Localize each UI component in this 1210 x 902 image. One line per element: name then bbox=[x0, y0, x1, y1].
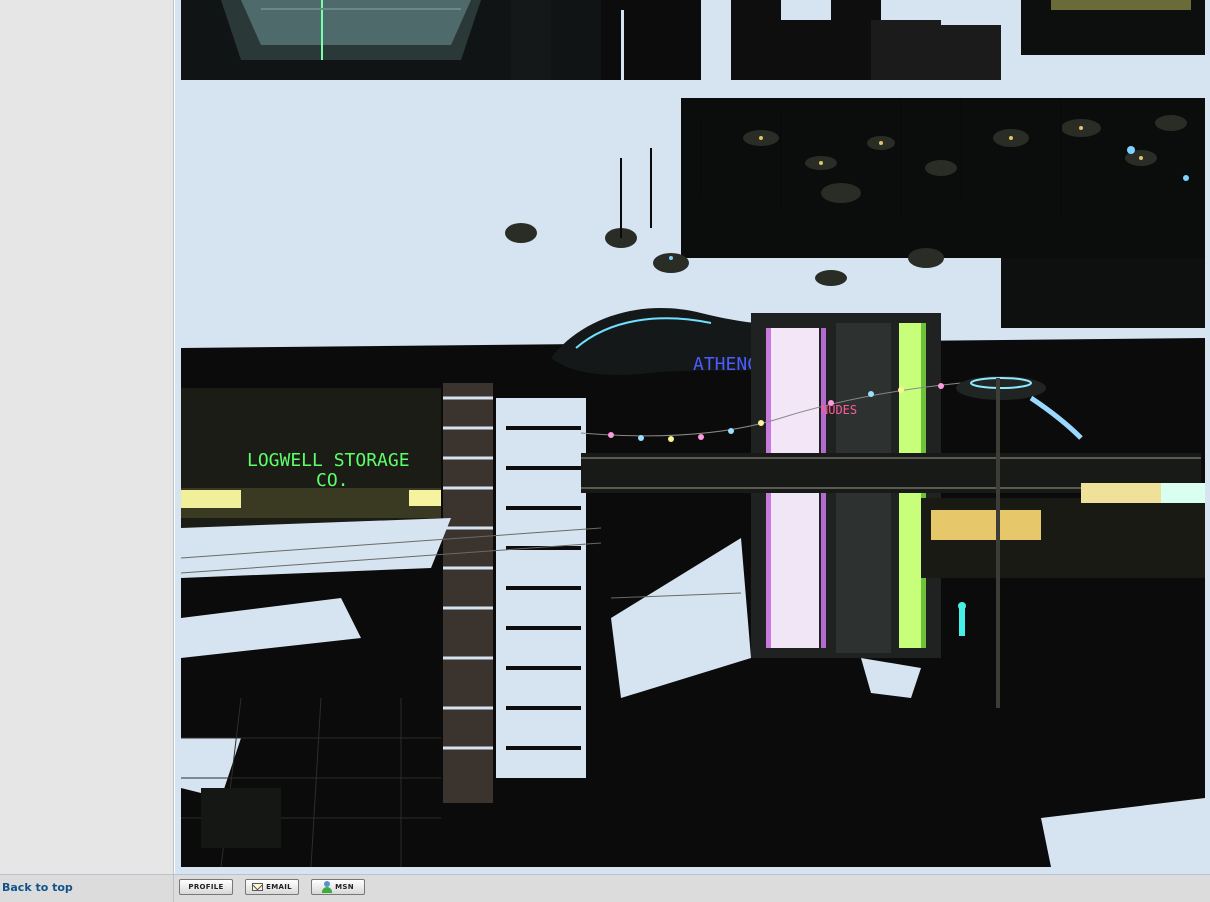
msn-button[interactable]: MSN bbox=[311, 879, 365, 895]
profile-button-label: PROFILE bbox=[188, 883, 224, 891]
post-footer-left: Back to top bbox=[0, 875, 174, 902]
back-to-top-link[interactable]: Back to top bbox=[2, 881, 73, 894]
post-footer-bar: Back to top PROFILE EMAIL MSN bbox=[0, 874, 1210, 902]
email-button[interactable]: EMAIL bbox=[245, 879, 299, 895]
attached-screenshot-top bbox=[181, 0, 1205, 80]
attached-screenshot-main: LOGWELL STORAGE CO. ATHENCS NUDES bbox=[181, 98, 1205, 867]
profile-button[interactable]: PROFILE bbox=[179, 879, 233, 895]
email-button-label: EMAIL bbox=[266, 883, 292, 891]
mail-icon bbox=[252, 883, 264, 891]
post-author-column bbox=[0, 0, 174, 874]
storage-sign-line2: CO. bbox=[316, 470, 349, 491]
msn-button-label: MSN bbox=[335, 883, 354, 891]
msn-user-icon bbox=[322, 881, 333, 893]
svg-text:NUDES: NUDES bbox=[821, 403, 857, 417]
storage-sign-line1: LOGWELL STORAGE bbox=[247, 450, 410, 471]
